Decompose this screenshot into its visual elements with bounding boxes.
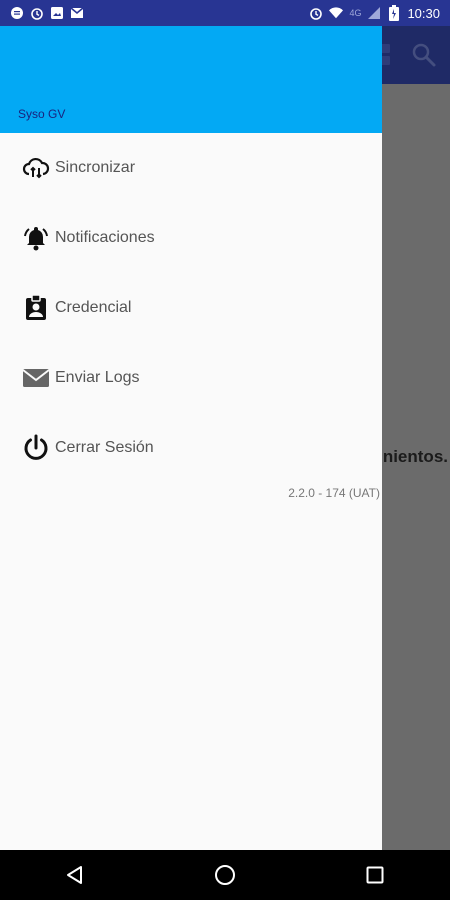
drawer-header: Syso GV [0, 26, 382, 133]
menu-item-label: Notificaciones [55, 229, 155, 246]
signal-icon [367, 6, 381, 20]
menu-item-label: Cerrar Sesión [55, 439, 154, 456]
search-icon[interactable] [411, 42, 437, 73]
menu-item-label: Credencial [55, 299, 132, 316]
back-button[interactable] [55, 855, 95, 895]
drawer-menu: Sincronizar Notificaciones Credencial En… [0, 133, 382, 483]
bell-ringing-icon [22, 224, 50, 252]
home-button[interactable] [205, 855, 245, 895]
alarm-icon [309, 6, 323, 20]
menu-item-notificaciones[interactable]: Notificaciones [0, 203, 382, 273]
gmail-icon [70, 6, 84, 20]
menu-item-credencial[interactable]: Credencial [0, 273, 382, 343]
status-bar-right: 4G 10:30 [309, 5, 440, 21]
status-bar-left [10, 6, 84, 20]
wifi-icon [329, 6, 344, 20]
menu-item-enviar-logs[interactable]: Enviar Logs [0, 343, 382, 413]
drawer-user-name: Syso GV [18, 107, 66, 121]
power-icon [22, 434, 50, 462]
cloud-sync-icon [22, 154, 50, 182]
menu-item-sincronizar[interactable]: Sincronizar [0, 133, 382, 203]
battery-icon [387, 5, 401, 21]
badge-icon [22, 294, 50, 322]
alarm-icon [30, 6, 44, 20]
network-type: 4G [349, 8, 362, 18]
navigation-drawer: Syso GV Sincronizar Notificaciones Crede… [0, 26, 382, 850]
message-icon [10, 6, 24, 20]
system-nav-bar [0, 850, 450, 900]
image-icon [50, 6, 64, 20]
menu-item-cerrar-sesion[interactable]: Cerrar Sesión [0, 413, 382, 483]
menu-item-label: Sincronizar [55, 159, 136, 176]
status-time: 10:30 [407, 5, 440, 21]
mail-icon [22, 364, 50, 392]
menu-item-label: Enviar Logs [55, 369, 140, 386]
status-bar: 4G 10:30 [0, 0, 450, 26]
recents-button[interactable] [355, 855, 395, 895]
app-version: 2.2.0 - 174 (UAT) [288, 486, 380, 500]
